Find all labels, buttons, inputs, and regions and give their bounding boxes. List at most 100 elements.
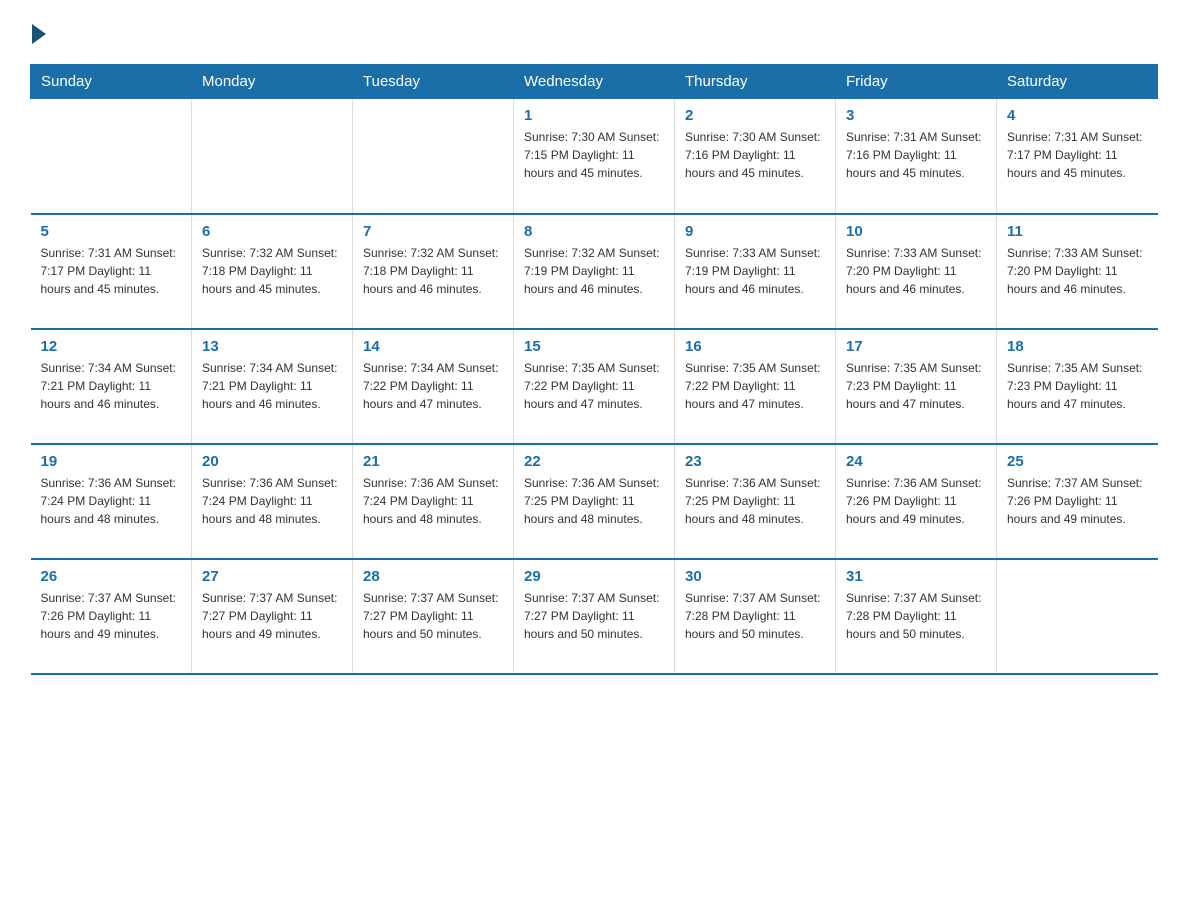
day-info: Sunrise: 7:33 AM Sunset: 7:20 PM Dayligh… [846,244,986,298]
day-number: 15 [524,338,664,355]
day-cell: 1 Sunrise: 7:30 AM Sunset: 7:15 PM Daylig… [514,99,675,214]
day-number: 22 [524,453,664,470]
day-info: Sunrise: 7:36 AM Sunset: 7:24 PM Dayligh… [363,474,503,528]
day-cell: 5 Sunrise: 7:31 AM Sunset: 7:17 PM Daylig… [31,214,192,329]
day-info: Sunrise: 7:35 AM Sunset: 7:23 PM Dayligh… [1007,359,1148,413]
calendar-body: 1 Sunrise: 7:30 AM Sunset: 7:15 PM Daylig… [31,99,1158,674]
header-cell-wednesday: Wednesday [514,65,675,99]
day-cell: 6Sunrise: 7:32 AM Sunset: 7:18 PM Daylig… [192,214,353,329]
day-number: 25 [1007,453,1148,470]
page-header [30,20,1158,44]
day-number: 10 [846,223,986,240]
header-cell-saturday: Saturday [997,65,1158,99]
day-cell: 24 Sunrise: 7:36 AM Sunset: 7:26 PM Dayli… [836,444,997,559]
day-cell: 11 Sunrise: 7:33 AM Sunset: 7:20 PM Dayli… [997,214,1158,329]
day-cell: 12 Sunrise: 7:34 AM Sunset: 7:21 PM Dayli… [31,329,192,444]
day-cell: 14Sunrise: 7:34 AM Sunset: 7:22 PM Dayli… [353,329,514,444]
day-cell: 26 Sunrise: 7:37 AM Sunset: 7:26 PM Dayli… [31,559,192,674]
day-number: 17 [846,338,986,355]
day-number: 2 [685,107,825,124]
day-info: Sunrise: 7:35 AM Sunset: 7:23 PM Dayligh… [846,359,986,413]
day-cell: 22 Sunrise: 7:36 AM Sunset: 7:25 PM Dayli… [514,444,675,559]
day-number: 20 [202,453,342,470]
day-cell [353,99,514,214]
day-info: Sunrise: 7:37 AM Sunset: 7:28 PM Dayligh… [846,589,986,643]
day-number: 27 [202,568,342,585]
day-cell [31,99,192,214]
day-info: Sunrise: 7:33 AM Sunset: 7:19 PM Dayligh… [685,244,825,298]
day-number: 3 [846,107,986,124]
day-number: 5 [41,223,182,240]
day-info: Sunrise: 7:30 AM Sunset: 7:16 PM Dayligh… [685,128,825,182]
day-cell [997,559,1158,674]
day-cell: 13Sunrise: 7:34 AM Sunset: 7:21 PM Dayli… [192,329,353,444]
day-number: 26 [41,568,182,585]
day-info: Sunrise: 7:34 AM Sunset: 7:22 PM Dayligh… [363,359,503,413]
day-info: Sunrise: 7:36 AM Sunset: 7:24 PM Dayligh… [202,474,342,528]
day-cell: 29 Sunrise: 7:37 AM Sunset: 7:27 PM Dayli… [514,559,675,674]
day-cell: 31Sunrise: 7:37 AM Sunset: 7:28 PM Dayli… [836,559,997,674]
calendar-header: SundayMondayTuesdayWednesdayThursdayFrid… [31,65,1158,99]
day-info: Sunrise: 7:31 AM Sunset: 7:16 PM Dayligh… [846,128,986,182]
day-info: Sunrise: 7:32 AM Sunset: 7:19 PM Dayligh… [524,244,664,298]
day-cell: 30Sunrise: 7:37 AM Sunset: 7:28 PM Dayli… [675,559,836,674]
day-cell: 18 Sunrise: 7:35 AM Sunset: 7:23 PM Dayli… [997,329,1158,444]
header-cell-sunday: Sunday [31,65,192,99]
week-row-2: 5 Sunrise: 7:31 AM Sunset: 7:17 PM Daylig… [31,214,1158,329]
day-number: 8 [524,223,664,240]
day-info: Sunrise: 7:36 AM Sunset: 7:26 PM Dayligh… [846,474,986,528]
day-cell: 2 Sunrise: 7:30 AM Sunset: 7:16 PM Daylig… [675,99,836,214]
day-cell: 10 Sunrise: 7:33 AM Sunset: 7:20 PM Dayli… [836,214,997,329]
day-number: 21 [363,453,503,470]
day-cell: 20 Sunrise: 7:36 AM Sunset: 7:24 PM Dayli… [192,444,353,559]
day-cell: 15Sunrise: 7:35 AM Sunset: 7:22 PM Dayli… [514,329,675,444]
day-info: Sunrise: 7:37 AM Sunset: 7:27 PM Dayligh… [524,589,664,643]
day-cell: 8 Sunrise: 7:32 AM Sunset: 7:19 PM Daylig… [514,214,675,329]
day-info: Sunrise: 7:36 AM Sunset: 7:25 PM Dayligh… [524,474,664,528]
day-info: Sunrise: 7:36 AM Sunset: 7:25 PM Dayligh… [685,474,825,528]
header-cell-friday: Friday [836,65,997,99]
day-number: 28 [363,568,503,585]
day-number: 23 [685,453,825,470]
day-cell: 23 Sunrise: 7:36 AM Sunset: 7:25 PM Dayli… [675,444,836,559]
logo-arrow-icon [32,24,46,44]
day-info: Sunrise: 7:37 AM Sunset: 7:27 PM Dayligh… [363,589,503,643]
day-info: Sunrise: 7:31 AM Sunset: 7:17 PM Dayligh… [41,244,182,298]
day-cell: 27Sunrise: 7:37 AM Sunset: 7:27 PM Dayli… [192,559,353,674]
header-cell-monday: Monday [192,65,353,99]
day-number: 6 [202,223,342,240]
day-cell: 16Sunrise: 7:35 AM Sunset: 7:22 PM Dayli… [675,329,836,444]
day-number: 19 [41,453,182,470]
day-number: 18 [1007,338,1148,355]
day-number: 11 [1007,223,1148,240]
day-number: 29 [524,568,664,585]
day-cell: 4Sunrise: 7:31 AM Sunset: 7:17 PM Daylig… [997,99,1158,214]
day-number: 24 [846,453,986,470]
header-cell-tuesday: Tuesday [353,65,514,99]
day-cell: 3 Sunrise: 7:31 AM Sunset: 7:16 PM Daylig… [836,99,997,214]
day-number: 13 [202,338,342,355]
header-row: SundayMondayTuesdayWednesdayThursdayFrid… [31,65,1158,99]
header-cell-thursday: Thursday [675,65,836,99]
day-info: Sunrise: 7:31 AM Sunset: 7:17 PM Dayligh… [1007,128,1148,182]
logo [30,20,46,44]
day-cell: 9 Sunrise: 7:33 AM Sunset: 7:19 PM Daylig… [675,214,836,329]
day-number: 12 [41,338,182,355]
day-cell: 21 Sunrise: 7:36 AM Sunset: 7:24 PM Dayli… [353,444,514,559]
week-row-3: 12 Sunrise: 7:34 AM Sunset: 7:21 PM Dayli… [31,329,1158,444]
day-number: 7 [363,223,503,240]
day-cell [192,99,353,214]
calendar-table: SundayMondayTuesdayWednesdayThursdayFrid… [30,64,1158,675]
day-number: 1 [524,107,664,124]
day-cell: 25Sunrise: 7:37 AM Sunset: 7:26 PM Dayli… [997,444,1158,559]
day-info: Sunrise: 7:37 AM Sunset: 7:26 PM Dayligh… [41,589,182,643]
day-info: Sunrise: 7:33 AM Sunset: 7:20 PM Dayligh… [1007,244,1148,298]
day-number: 9 [685,223,825,240]
day-info: Sunrise: 7:36 AM Sunset: 7:24 PM Dayligh… [41,474,182,528]
day-info: Sunrise: 7:34 AM Sunset: 7:21 PM Dayligh… [41,359,182,413]
day-info: Sunrise: 7:35 AM Sunset: 7:22 PM Dayligh… [685,359,825,413]
day-cell: 19 Sunrise: 7:36 AM Sunset: 7:24 PM Dayli… [31,444,192,559]
day-info: Sunrise: 7:30 AM Sunset: 7:15 PM Dayligh… [524,128,664,182]
day-number: 30 [685,568,825,585]
day-cell: 17 Sunrise: 7:35 AM Sunset: 7:23 PM Dayli… [836,329,997,444]
